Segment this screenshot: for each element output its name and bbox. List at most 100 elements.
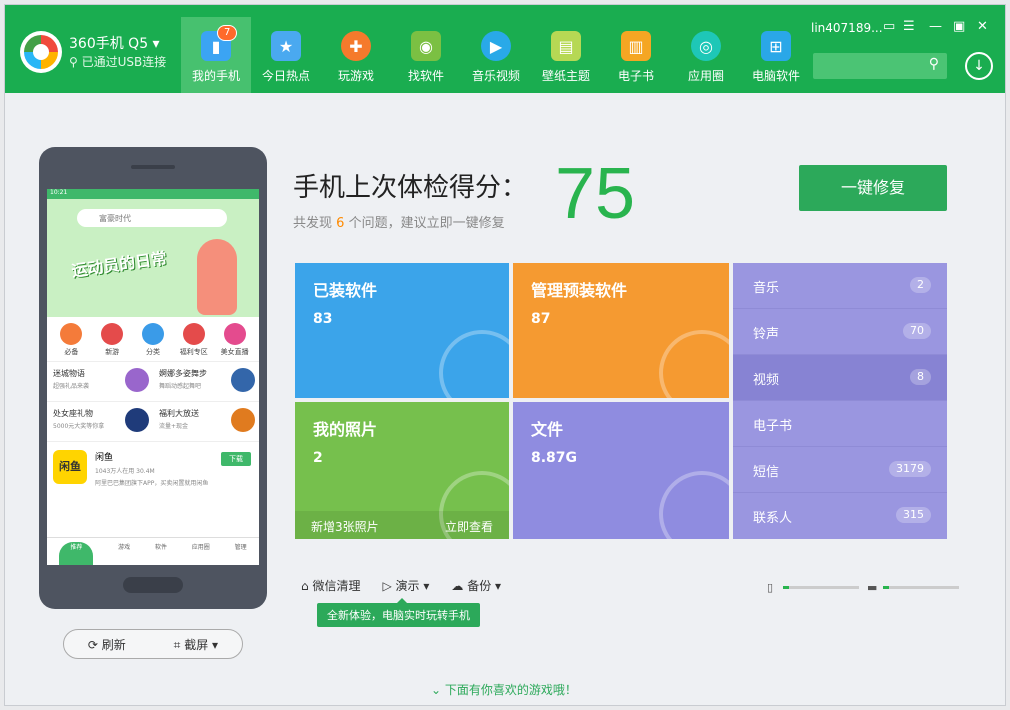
check-subtitle: 共发现 6 个问题，建议立即一键修复 [293,216,505,231]
refresh-button[interactable]: ⟳ 刷新 [88,636,126,653]
tab-label: 我的手机 [191,69,240,83]
tab-label: 音乐视频 [471,69,520,83]
photos-footer: 新增3张照片 立即查看 [295,511,509,539]
top-bar: 360手机 Q5 ▾ ⚲ 已通过USB连接 ▮ 7 我的手机 ★ 今日热点 ✚ … [5,5,1005,93]
media-item-ebook[interactable]: 电子书 [733,401,947,447]
tab-my-phone[interactable]: ▮ 7 我的手机 [181,17,251,93]
media-item-contacts[interactable]: 315 联系人 [733,493,947,539]
tab-ebook[interactable]: ▥ 电子书 [601,17,671,93]
search-icon[interactable]: ⚲ [929,56,939,72]
phone-home-button [123,577,183,593]
demo-button[interactable]: ▷ 演示 ▾ [382,577,429,594]
message-icon[interactable]: ▭ [883,19,895,34]
minimize-icon[interactable]: — [929,19,942,34]
promo-grid: 迷城物语 超强礼品来袭 婀娜多姿舞步 舞蹈动感起舞吧 处女座礼物 5000元大奖等你拿… [47,361,259,442]
tab-label: 玩游戏 [337,69,374,83]
media-list: 2 音乐 70 铃声 8 视频 电子书 3179 短信 315 联系人 [733,263,947,539]
phone-screen[interactable]: 10:21 富豪时代 运动员的日常 必备 新游 分类 福利专区 美女直播 迷城物… [47,189,259,565]
tile-preinstalled[interactable]: 管理预装软件 87 [513,263,729,398]
phone-tab: 应用圈 [191,544,210,551]
one-click-fix-button[interactable]: 一键修复 [799,165,947,211]
media-item-video[interactable]: 8 视频 [733,355,947,401]
category-row: 必备 新游 分类 福利专区 美女直播 [47,317,259,361]
phone-tab: 软件 [154,544,167,551]
tab-label: 应用圈 [687,69,724,83]
status-bar: 10:21 [47,189,259,199]
check-score: 75 [555,154,636,234]
circle-icon: ◎ [691,31,721,61]
app-logo [20,31,62,73]
tab-games[interactable]: ✚ 玩游戏 [321,17,391,93]
tile-photos[interactable]: 我的照片 2 新增3张照片 立即查看 [295,402,509,539]
tab-today-hot[interactable]: ★ 今日热点 [251,17,321,93]
category-item: 福利专区 [176,323,212,357]
device-name[interactable]: 360手机 Q5 ▾ [69,33,160,53]
close-icon[interactable]: ✕ [977,19,988,34]
main-window: 360手机 Q5 ▾ ⚲ 已通过USB连接 ▮ 7 我的手机 ★ 今日热点 ✚ … [4,4,1006,706]
phone-speaker [131,165,175,169]
tab-label: 壁纸主题 [541,69,590,83]
username[interactable]: lin407189... [811,21,883,35]
phone-search: 富豪时代 [77,209,227,227]
demo-tooltip: 全新体验，电脑实时玩转手机 [317,598,480,627]
tab-software[interactable]: ◉ 找软件 [391,17,461,93]
hero-banner: 富豪时代 运动员的日常 [47,199,259,317]
tab-label: 电脑软件 [751,69,800,83]
tile-files[interactable]: 文件 8.87G [513,402,729,539]
wallpaper-icon: ▤ [551,31,581,61]
download-icon[interactable]: ↓ [965,52,993,80]
category-item: 新游 [94,323,130,357]
promo-item: 处女座礼物 5000元大奖等你拿 [47,402,153,442]
tab-label: 今日热点 [261,69,310,83]
phone-tabbar: 推荐 游戏 软件 应用圈 管理 [47,537,259,565]
phone-preview: 10:21 富豪时代 运动员的日常 必备 新游 分类 福利专区 美女直播 迷城物… [39,147,267,609]
tab-wallpaper[interactable]: ▤ 壁纸主题 [531,17,601,93]
play-icon: ▶ [481,31,511,61]
games-hint-link[interactable]: ⌄ 下面有你喜欢的游戏哦！ [431,681,577,698]
star-icon: ★ [271,31,301,61]
phone-storage-icon: ▯ [767,581,774,594]
windows-icon: ⊞ [761,31,791,61]
backup-button[interactable]: ☁ 备份 ▾ [451,577,501,594]
usb-status: ⚲ 已通过USB连接 [69,55,167,69]
phone-tab: 游戏 [118,544,131,551]
screenshot-button[interactable]: ⌗ 截屏 ▾ [174,636,218,653]
bottom-toolbar: ⌂ 微信清理 ▷ 演示 ▾ ☁ 备份 ▾ [301,577,501,594]
sd-storage-icon: ▬ [867,581,878,594]
app-listing: 闲鱼 闲鱼 1043万人在用 30.4M 阿里巴巴集团旗下APP，买卖闲置就用闲鱼 … [47,442,259,490]
media-item-sms[interactable]: 3179 短信 [733,447,947,493]
tab-app-circle[interactable]: ◎ 应用圈 [671,17,741,93]
phone-storage-bar [783,586,859,589]
tile-installed-apps[interactable]: 已装软件 83 [295,263,509,398]
app-icon: 闲鱼 [53,450,87,484]
sd-storage-bar [883,586,959,589]
banner-text: 运动员的日常 [70,248,169,281]
banner-figure [197,239,237,315]
main-nav: ▮ 7 我的手机 ★ 今日热点 ✚ 玩游戏 ◉ 找软件 ▶ 音乐视频 ▤ 壁纸主… [181,17,811,93]
category-item: 美女直播 [217,323,253,357]
wechat-clean-button[interactable]: ⌂ 微信清理 [301,577,360,594]
promo-item: 婀娜多姿舞步 舞蹈动感起舞吧 [153,362,259,402]
wrench-icon [659,330,729,398]
search-input[interactable]: ⚲ [813,53,947,79]
check-title: 手机上次体检得分： [293,173,528,203]
tab-pc-software[interactable]: ⊞ 电脑软件 [741,17,811,93]
menu-icon[interactable]: ☰ [903,19,915,34]
category-item: 必备 [53,323,89,357]
view-photos-link[interactable]: 立即查看 [445,518,493,534]
notification-badge: 7 [217,25,238,41]
phone-tab: 管理 [234,544,247,551]
android-icon: ◉ [411,31,441,61]
apps-icon [439,330,509,398]
folder-icon [659,471,729,539]
tab-label: 找软件 [407,69,444,83]
book-icon: ▥ [621,31,651,61]
gamepad-icon: ✚ [341,31,371,61]
media-item-music[interactable]: 2 音乐 [733,263,947,309]
tab-music-video[interactable]: ▶ 音乐视频 [461,17,531,93]
media-item-ringtone[interactable]: 70 铃声 [733,309,947,355]
app-download-button: 下载 [221,452,251,466]
phone-actions: ⟳ 刷新 ⌗ 截屏 ▾ [63,629,243,659]
maximize-icon[interactable]: ▣ [953,19,965,34]
promo-item: 迷城物语 超强礼品来袭 [47,362,153,402]
